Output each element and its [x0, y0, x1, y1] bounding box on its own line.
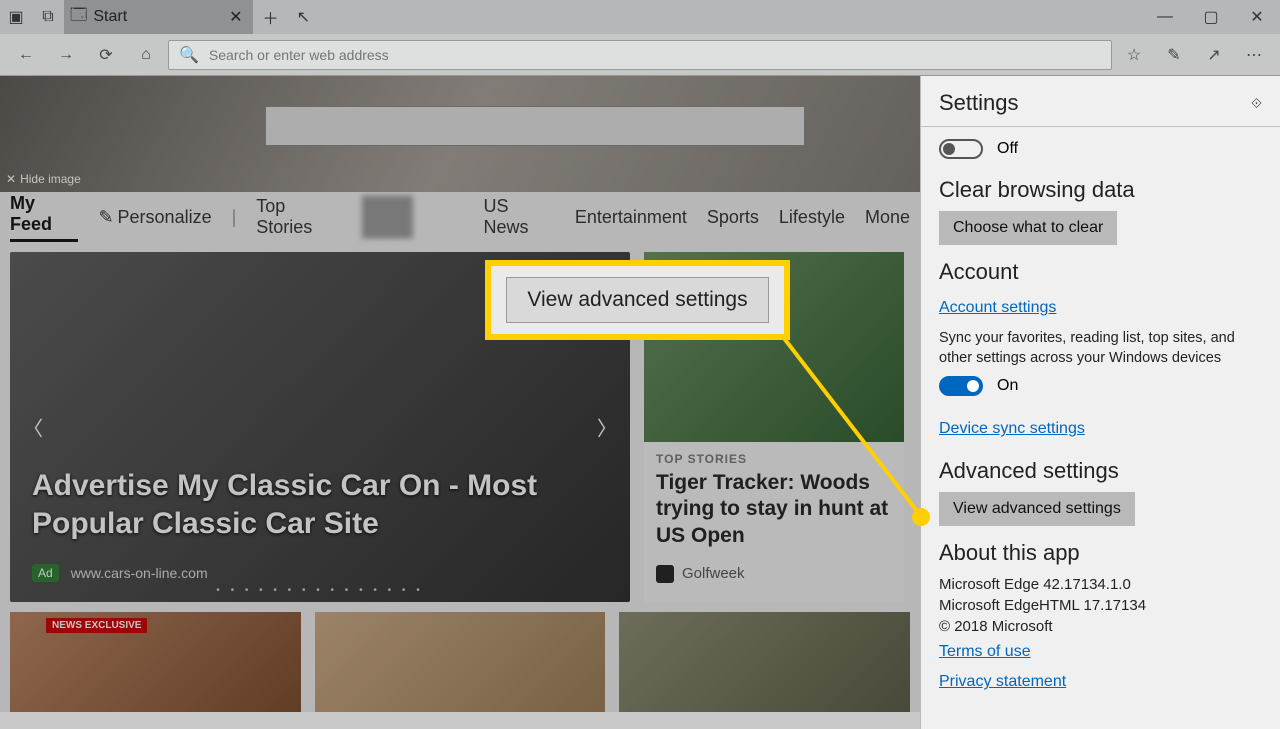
- article-thumbnail[interactable]: [619, 612, 910, 712]
- exclusive-badge: NEWS EXCLUSIVE: [46, 618, 147, 633]
- close-icon: ✕: [6, 172, 16, 186]
- advanced-heading: Advanced settings: [939, 458, 1262, 484]
- search-icon: 🔍: [179, 45, 199, 65]
- browser-tab[interactable]: 🗔 Start ✕: [64, 0, 253, 34]
- pin-icon[interactable]: ⟐: [1251, 95, 1262, 112]
- tab-sports[interactable]: Sports: [707, 207, 759, 228]
- tab-redacted: ████ ████: [362, 196, 464, 238]
- tab-personalize-label: Personalize: [118, 207, 212, 228]
- tab-close-icon[interactable]: ✕: [229, 7, 242, 27]
- article-headline: Advertise My Classic Car On - Most Popul…: [32, 467, 592, 542]
- article-source-row: Golfweek: [644, 549, 904, 599]
- carousel-next-icon[interactable]: 〉: [589, 405, 625, 450]
- feed-nav: My Feed ✎ Personalize | Top Stories ████…: [0, 192, 920, 242]
- tab-personalize[interactable]: ✎ Personalize: [98, 207, 211, 228]
- forward-button[interactable]: →: [48, 39, 84, 71]
- titlebar: ▣ ⧉ 🗔 Start ✕ ＋ ↖ — ▢ ✕: [0, 0, 1280, 34]
- address-input[interactable]: [209, 47, 1101, 63]
- tab-us-news[interactable]: US News: [484, 196, 555, 238]
- window-minimize-button[interactable]: —: [1142, 0, 1188, 34]
- privacy-link[interactable]: Privacy statement: [939, 673, 1066, 691]
- clear-data-heading: Clear browsing data: [939, 177, 1262, 203]
- article-title: Tiger Tracker: Woods trying to stay in h…: [644, 470, 904, 549]
- settings-pane: Settings ⟐ Off Clear browsing data Choos…: [920, 76, 1280, 729]
- source-icon: [656, 565, 674, 583]
- hide-image-label: Hide image: [20, 172, 81, 186]
- sync-toggle[interactable]: [939, 376, 983, 396]
- about-engine: Microsoft EdgeHTML 17.17134: [939, 595, 1262, 616]
- window-maximize-button[interactable]: ▢: [1188, 0, 1234, 34]
- tab-title: Start: [93, 8, 127, 26]
- edit-icon: ✎: [98, 207, 113, 228]
- hide-image-link[interactable]: ✕ Hide image: [6, 172, 81, 186]
- article-thumbnail[interactable]: NEWS EXCLUSIVE: [10, 612, 301, 712]
- more-button[interactable]: ⋯: [1236, 39, 1272, 71]
- reading-list-button[interactable]: ✎: [1156, 39, 1192, 71]
- home-button[interactable]: ⌂: [128, 39, 164, 71]
- share-button[interactable]: ↗: [1196, 39, 1232, 71]
- article-source-row: Ad www.cars-on-line.com: [32, 564, 208, 582]
- account-settings-link[interactable]: Account settings: [939, 299, 1056, 317]
- tab-top-stories[interactable]: Top Stories: [256, 196, 342, 238]
- tab-favicon-icon: 🗔: [70, 4, 87, 31]
- annotation-label: View advanced settings: [506, 277, 768, 323]
- account-heading: Account: [939, 259, 1262, 285]
- article-thumbnail[interactable]: [315, 612, 606, 712]
- address-bar[interactable]: 🔍: [168, 40, 1112, 70]
- device-sync-link[interactable]: Device sync settings: [939, 420, 1085, 438]
- toolbar: ← → ⟳ ⌂ 🔍 ☆ ✎ ↗ ⋯: [0, 34, 1280, 76]
- article-category: TOP STORIES: [644, 442, 904, 470]
- window-close-button[interactable]: ✕: [1234, 0, 1280, 34]
- favorites-button[interactable]: ☆: [1116, 39, 1152, 71]
- tab-money[interactable]: Mone: [865, 207, 910, 228]
- annotation-callout: View advanced settings: [485, 260, 790, 340]
- window-compact-icon[interactable]: ▣: [0, 0, 32, 34]
- settings-title: Settings: [939, 90, 1019, 116]
- sync-description: Sync your favorites, reading list, top s…: [939, 329, 1262, 368]
- theme-toggle[interactable]: [939, 139, 983, 159]
- annotation-target-dot-icon: [912, 508, 930, 526]
- page-content: ✕ Hide image My Feed ✎ Personalize | Top…: [0, 76, 920, 729]
- new-tab-button[interactable]: ＋: [253, 0, 289, 34]
- about-heading: About this app: [939, 540, 1262, 566]
- separator: |: [232, 207, 237, 228]
- tab-lifestyle[interactable]: Lifestyle: [779, 207, 845, 228]
- terms-link[interactable]: Terms of use: [939, 643, 1031, 661]
- carousel-prev-icon[interactable]: 〈: [15, 405, 51, 450]
- hero-banner: ✕ Hide image: [0, 76, 920, 192]
- back-button[interactable]: ←: [8, 39, 44, 71]
- choose-clear-button[interactable]: Choose what to clear: [939, 211, 1117, 245]
- toggle-label-on: On: [997, 377, 1018, 395]
- thumbnail-row: NEWS EXCLUSIVE: [0, 612, 920, 712]
- cursor-icon: ↖: [297, 7, 310, 27]
- about-version: Microsoft Edge 42.17134.1.0: [939, 574, 1262, 595]
- about-copyright: © 2018 Microsoft: [939, 616, 1262, 637]
- tab-entertainment[interactable]: Entertainment: [575, 207, 687, 228]
- refresh-button[interactable]: ⟳: [88, 39, 124, 71]
- article-source: www.cars-on-line.com: [71, 565, 208, 581]
- window-aside-icon[interactable]: ⧉: [32, 0, 64, 34]
- view-advanced-button[interactable]: View advanced settings: [939, 492, 1135, 526]
- tab-my-feed[interactable]: My Feed: [10, 193, 78, 242]
- ad-badge: Ad: [32, 564, 59, 582]
- article-source: Golfweek: [682, 565, 745, 582]
- carousel-dots[interactable]: • • • • • • • • • • • • • • •: [216, 585, 423, 596]
- hero-search-box[interactable]: [265, 106, 805, 146]
- toggle-label-off: Off: [997, 140, 1018, 158]
